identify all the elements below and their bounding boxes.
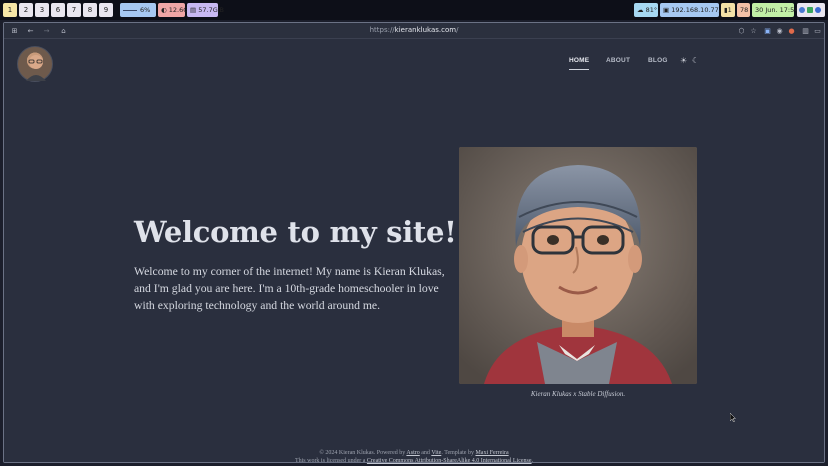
clock-label: 30 Jun. 17:54	[755, 6, 799, 14]
cpu-label: 12.6G	[168, 6, 189, 14]
tray	[797, 3, 825, 17]
back-icon[interactable]: ←	[26, 26, 35, 35]
network-icon: ▣	[663, 6, 670, 14]
url-host: kieranklukas.com	[394, 26, 457, 34]
nav-home-link[interactable]: HOME	[569, 57, 590, 70]
mouse-cursor-icon	[730, 413, 736, 422]
browser-toolbar: ⊞ ← → ⌂ https://kieranklukas.com/ ⬡ ☆ ▣ …	[4, 23, 824, 39]
cpu-icon: ◐	[161, 6, 167, 14]
reader-view-icon[interactable]: ▥	[801, 26, 810, 35]
tray-app-icon[interactable]	[799, 7, 805, 13]
nav-blog-link[interactable]: BLOG	[648, 57, 668, 64]
footer-license: This work is licensed under a Creative C…	[4, 458, 824, 464]
footer-template-by: . Template by	[441, 450, 476, 456]
workspace-7-button[interactable]: 7	[67, 3, 81, 17]
volume-indicator[interactable]: 6%	[120, 3, 156, 17]
workspace-2-button[interactable]: 2	[19, 3, 33, 17]
weather-icon: ☁	[637, 6, 644, 14]
license-prefix: This work is licensed under a	[294, 458, 367, 464]
workspace-8-button[interactable]: 8	[83, 3, 97, 17]
footer-and: and	[419, 450, 432, 456]
extension-2-icon[interactable]: ◉	[775, 26, 784, 35]
portrait-image	[459, 147, 697, 384]
web-page: HOME ABOUT BLOG ☀ ☾ Welcome to my site! …	[4, 40, 824, 464]
workspace-9-button[interactable]: 9	[99, 3, 113, 17]
nav-about-link[interactable]: ABOUT	[606, 57, 630, 64]
tray-bluetooth-icon[interactable]	[815, 7, 821, 13]
system-top-bar: 1 2 3 6 7 8 9 6% ◐ 12.6G ▤ 57.7GiB ☁ 81°…	[0, 0, 828, 20]
url-path: /	[456, 26, 459, 34]
dark-theme-icon[interactable]: ☾	[692, 56, 699, 65]
vite-link[interactable]: Vite	[431, 450, 441, 456]
lock-icon[interactable]: ⌂	[59, 26, 68, 35]
shield-icon[interactable]: ⬡	[737, 26, 746, 35]
light-theme-icon[interactable]: ☀	[680, 56, 687, 65]
license-link[interactable]: Creative Commons Attribution-ShareAlike …	[367, 458, 532, 464]
weather-indicator[interactable]: ☁ 81°	[634, 3, 658, 17]
hero-title: Welcome to my site!	[134, 215, 457, 249]
astro-link[interactable]: Astro	[406, 450, 419, 456]
menu-icon[interactable]: ▭	[813, 26, 822, 35]
site-avatar[interactable]	[17, 46, 53, 82]
weather-label: 81°	[645, 6, 658, 14]
tray-shield-icon[interactable]	[807, 7, 813, 13]
url-bar[interactable]: https://kieranklukas.com/	[304, 26, 524, 34]
disk-label: 57.7GiB	[198, 6, 225, 14]
workspace-1-button[interactable]: 1	[3, 3, 17, 17]
url-scheme: https://	[369, 26, 395, 34]
avatar-face-icon	[26, 55, 46, 81]
template-author-link[interactable]: Maxi Ferreira	[475, 450, 508, 456]
battery-indicator[interactable]: ▮ 1	[721, 3, 735, 17]
extension-icon[interactable]: ▣	[763, 26, 772, 35]
portrait-caption: Kieran Klukas x Stable Diffusion.	[530, 390, 626, 398]
battery-label: 1	[727, 6, 732, 14]
footer-copyright: © 2024 Kieran Klukas. Powered by	[319, 450, 407, 456]
volume-bar	[123, 9, 137, 11]
workspace-6-button[interactable]: 6	[51, 3, 65, 17]
disk-indicator[interactable]: ▤ 57.7GiB	[187, 3, 224, 17]
browser-window: ⊞ ← → ⌂ https://kieranklukas.com/ ⬡ ☆ ▣ …	[3, 22, 825, 464]
clock[interactable]: 30 Jun. 17:54	[752, 3, 798, 17]
workspace-3-button[interactable]: 3	[35, 3, 49, 17]
extension-3-icon[interactable]: ●	[787, 26, 796, 35]
temperature-indicator[interactable]: 78	[737, 3, 750, 17]
temperature-label: 78	[740, 6, 749, 14]
cpu-indicator[interactable]: ◐ 12.6G	[158, 3, 188, 17]
bookmark-star-icon[interactable]: ☆	[749, 26, 758, 35]
license-suffix: .	[531, 458, 534, 464]
hero-intro: Welcome to my corner of the internet! My…	[134, 265, 445, 312]
forward-icon[interactable]: →	[42, 26, 51, 35]
footer-credits: © 2024 Kieran Klukas. Powered by Astro a…	[4, 450, 824, 456]
sidebar-icon[interactable]: ⊞	[10, 26, 19, 35]
disk-icon: ▤	[190, 6, 197, 14]
volume-label: 6%	[140, 6, 151, 14]
network-indicator[interactable]: ▣ 192.168.10.77/24	[660, 3, 729, 17]
portrait-illustration	[459, 147, 697, 384]
